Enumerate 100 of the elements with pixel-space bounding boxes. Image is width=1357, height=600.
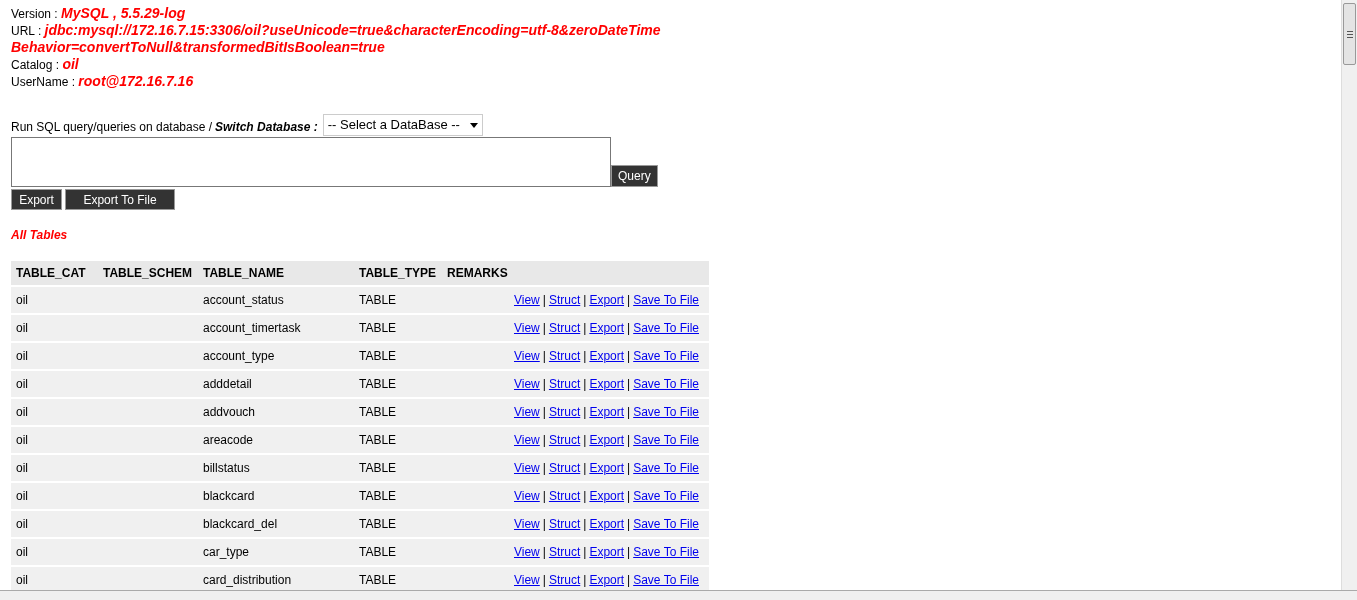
action-link[interactable]: Export — [589, 319, 625, 337]
separator-text: | — [542, 572, 546, 589]
table-cell-text: oil — [16, 460, 28, 477]
column-header: TABLE_CAT — [15, 265, 87, 282]
action-link[interactable]: Struct — [548, 543, 581, 561]
action-link[interactable]: View — [514, 347, 540, 365]
separator-text: | — [627, 320, 631, 337]
info-label: Catalog : — [11, 58, 60, 72]
table-cell-text: car_type — [203, 544, 250, 561]
column-header: TABLE_SCHEM — [102, 265, 194, 282]
action-link[interactable]: Save To File — [633, 459, 699, 477]
info-value: jdbc:mysql://172.16.7.15:3306/oil?useUnicode=true&characterEncoding=utf-8&zeroDateTime — [44, 22, 661, 38]
action-link[interactable]: View — [514, 291, 540, 309]
action-link[interactable]: Export — [589, 459, 625, 477]
action-link[interactable]: Save To File — [633, 375, 699, 393]
info-label: Version : — [11, 7, 58, 21]
table-cell-text: TABLE — [359, 488, 397, 505]
action-link[interactable]: View — [514, 319, 540, 337]
table-cell-text: blackcard — [203, 488, 255, 505]
export-button[interactable]: Export To File — [65, 189, 175, 210]
separator-text: | — [583, 432, 587, 449]
table-cell-text: oil — [16, 320, 28, 337]
scrollbar[interactable] — [1341, 0, 1357, 590]
separator-text: | — [627, 544, 631, 561]
action-link[interactable]: View — [514, 543, 540, 561]
action-link[interactable]: Struct — [548, 375, 581, 393]
scrollbar-thumb[interactable] — [1343, 3, 1356, 65]
action-link[interactable]: Export — [589, 515, 625, 533]
action-link[interactable]: Struct — [548, 431, 581, 449]
database-select[interactable]: -- Select a DataBase -- — [322, 114, 483, 136]
info-value: Behavior=convertToNull&transformedBitIsBoolean=true — [11, 39, 385, 55]
query-button[interactable]: Query — [611, 165, 658, 187]
table-cell-text: TABLE — [359, 432, 397, 449]
query-field[interactable] — [11, 137, 611, 187]
action-link[interactable]: Export — [589, 571, 625, 589]
separator-text: | — [542, 516, 546, 533]
table-cell-text: areacode — [203, 432, 254, 449]
separator-text: | — [583, 488, 587, 505]
action-link[interactable]: Save To File — [633, 403, 699, 421]
table-cell-text: account_type — [203, 348, 275, 365]
separator-text: | — [542, 376, 546, 393]
action-link[interactable]: View — [514, 515, 540, 533]
table-cell-text: account_timertask — [203, 320, 301, 337]
action-link[interactable]: Export — [589, 487, 625, 505]
action-link[interactable]: Save To File — [633, 319, 699, 337]
table-cell-text: addvouch — [203, 404, 256, 421]
separator-text: | — [542, 292, 546, 309]
separator-text: | — [627, 404, 631, 421]
action-link[interactable]: Struct — [548, 459, 581, 477]
separator-text: | — [583, 460, 587, 477]
action-link[interactable]: Struct — [548, 319, 581, 337]
table-cell-text: TABLE — [359, 404, 397, 421]
action-link[interactable]: View — [514, 487, 540, 505]
column-header: TABLE_TYPE — [358, 265, 438, 282]
action-link[interactable]: Export — [589, 347, 625, 365]
action-link[interactable]: Save To File — [633, 515, 699, 533]
separator-text: | — [627, 488, 631, 505]
table-cell-text: account_status — [203, 292, 284, 309]
table-cell-text: billstatus — [203, 460, 250, 477]
info-value: root@172.16.7.16 — [78, 73, 194, 89]
grip-icon — [1346, 30, 1353, 38]
action-link[interactable]: View — [514, 571, 540, 589]
table-cell-text: TABLE — [359, 572, 397, 589]
table-cell-text: oil — [16, 404, 28, 421]
table-cell-text: oil — [16, 572, 28, 589]
action-link[interactable]: Save To File — [633, 291, 699, 309]
action-link[interactable]: Export — [589, 543, 625, 561]
switch-label: Switch Database : — [215, 119, 318, 136]
separator-text: | — [542, 544, 546, 561]
export-button[interactable]: Export — [11, 189, 62, 210]
action-link[interactable]: Save To File — [633, 431, 699, 449]
action-link[interactable]: View — [514, 431, 540, 449]
action-link[interactable]: Save To File — [633, 543, 699, 561]
action-link[interactable]: Save To File — [633, 347, 699, 365]
action-link[interactable]: Export — [589, 291, 625, 309]
table-cell-text: TABLE — [359, 320, 397, 337]
action-link[interactable]: View — [514, 375, 540, 393]
action-link[interactable]: Struct — [548, 487, 581, 505]
action-link[interactable]: View — [514, 403, 540, 421]
action-link[interactable]: Export — [589, 431, 625, 449]
action-link[interactable]: Save To File — [633, 571, 699, 589]
table-cell-text: oil — [16, 488, 28, 505]
separator-text: | — [583, 404, 587, 421]
action-link[interactable]: Struct — [548, 571, 581, 589]
action-link[interactable]: Struct — [548, 347, 581, 365]
action-link[interactable]: Struct — [548, 291, 581, 309]
separator-text: | — [542, 432, 546, 449]
prompt-text: Run SQL query/queries on database / — [11, 119, 213, 136]
action-link[interactable]: View — [514, 459, 540, 477]
separator-text: | — [627, 460, 631, 477]
action-link[interactable]: Struct — [548, 515, 581, 533]
table-cell-text: oil — [16, 348, 28, 365]
action-link[interactable]: Struct — [548, 403, 581, 421]
separator-text: | — [627, 432, 631, 449]
action-link[interactable]: Save To File — [633, 487, 699, 505]
action-link[interactable]: Export — [589, 403, 625, 421]
separator-text: | — [583, 572, 587, 589]
action-link[interactable]: Export — [589, 375, 625, 393]
separator-text: | — [583, 320, 587, 337]
info-value: MySQL , 5.5.29-log — [61, 5, 186, 21]
